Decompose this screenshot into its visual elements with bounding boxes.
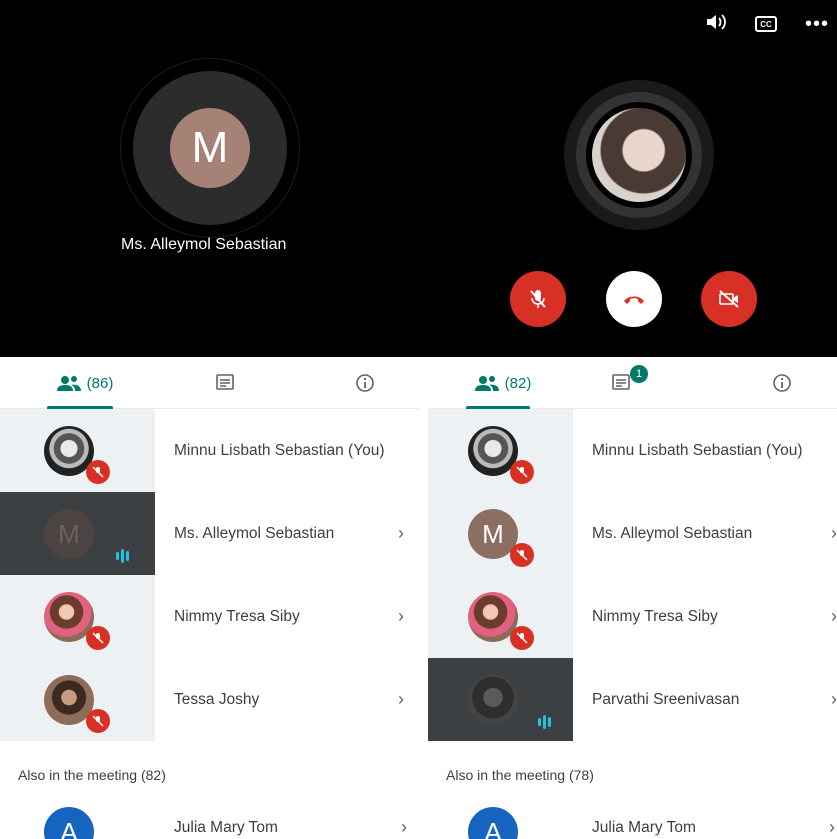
tab-info[interactable] <box>345 357 385 409</box>
chevron-right-icon[interactable]: › <box>821 689 837 710</box>
captions-icon[interactable]: CC <box>754 16 777 32</box>
participant-name: Julia Mary Tom <box>592 819 696 836</box>
mic-off-icon <box>86 460 110 484</box>
chevron-right-icon[interactable]: › <box>821 606 837 627</box>
participant-thumb <box>428 658 573 741</box>
camera-toggle-button[interactable] <box>701 271 757 327</box>
participant-thumb: M <box>428 492 573 575</box>
participant-row[interactable]: Minnu Lisbath Sebastian (You) <box>428 409 837 492</box>
video-stage: CC ••• M Ms. Alleymol Sebastian <box>0 0 837 357</box>
info-icon <box>356 374 374 392</box>
tab-info[interactable] <box>762 357 802 409</box>
participant-row[interactable]: Parvathi Sreenivasan › <box>428 658 837 741</box>
presenter-name: Ms. Alleymol Sebastian <box>121 236 287 253</box>
participant-thumb: M <box>0 492 155 575</box>
people-count: (82) <box>504 374 532 392</box>
also-in-meeting-label: Also in the meeting (78) <box>446 767 594 783</box>
participant-thumb <box>0 575 155 658</box>
presenter-avatar: M <box>170 108 250 188</box>
speaking-indicator-icon <box>538 713 556 731</box>
participant-row[interactable]: A Julia Mary Tom › <box>428 807 837 839</box>
mic-off-icon <box>86 709 110 733</box>
tab-people[interactable]: (82) <box>463 357 543 409</box>
participant-row[interactable]: A Julia Mary Tom › <box>0 807 419 839</box>
participant-name: Parvathi Sreenivasan <box>592 690 740 708</box>
participant-thumb <box>428 575 573 658</box>
participant-name: Ms. Alleymol Sebastian <box>174 524 335 542</box>
participant-name: Minnu Lisbath Sebastian (You) <box>174 441 385 459</box>
participant-row[interactable]: Nimmy Tresa Siby › <box>428 575 837 658</box>
mic-off-icon <box>86 626 110 650</box>
participant-row[interactable]: Nimmy Tresa Siby › <box>0 575 419 658</box>
mic-off-icon <box>510 626 534 650</box>
participant-thumb <box>0 409 155 492</box>
people-panel-left: (86) Minnu Lisbath Sebastian (You) M Ms.… <box>0 357 419 839</box>
participant-name: Ms. Alleymol Sebastian <box>592 524 753 542</box>
avatar: A <box>468 807 518 839</box>
self-avatar-photo <box>592 108 686 202</box>
participant-thumb <box>428 409 573 492</box>
self-view-tile[interactable] <box>564 80 714 230</box>
speaker-icon[interactable] <box>705 12 727 36</box>
tab-people[interactable]: (86) <box>45 357 125 409</box>
people-icon <box>56 376 81 391</box>
chevron-right-icon[interactable]: › <box>401 817 407 838</box>
people-icon <box>474 376 499 391</box>
panel-divider <box>419 357 428 839</box>
more-icon[interactable]: ••• <box>805 14 829 34</box>
chevron-right-icon[interactable]: › <box>383 689 419 710</box>
info-icon <box>773 374 791 392</box>
participant-name: Minnu Lisbath Sebastian (You) <box>592 441 803 459</box>
panel-tabs: (86) <box>0 357 419 409</box>
participant-row[interactable]: M Ms. Alleymol Sebastian › <box>0 492 419 575</box>
mic-off-icon <box>530 290 546 308</box>
chevron-right-icon[interactable]: › <box>383 606 419 627</box>
avatar <box>468 675 518 725</box>
presenter-tile[interactable]: M <box>120 58 300 238</box>
people-count: (86) <box>86 374 114 392</box>
participant-row[interactable]: Minnu Lisbath Sebastian (You) <box>0 409 419 492</box>
participant-name: Tessa Joshy <box>174 690 260 708</box>
participant-row[interactable]: M Ms. Alleymol Sebastian › <box>428 492 837 575</box>
mic-toggle-button[interactable] <box>510 271 566 327</box>
chat-icon <box>612 374 630 390</box>
mic-off-icon <box>510 460 534 484</box>
participant-name: Julia Mary Tom <box>174 819 278 836</box>
participant-name: Nimmy Tresa Siby <box>174 607 300 625</box>
end-call-button[interactable] <box>606 271 662 327</box>
participant-row[interactable]: Tessa Joshy › <box>0 658 419 741</box>
chevron-right-icon[interactable]: › <box>829 817 835 838</box>
chevron-right-icon[interactable]: › <box>383 523 419 544</box>
chevron-right-icon[interactable]: › <box>821 523 837 544</box>
chat-icon <box>216 374 234 390</box>
speaking-indicator-icon <box>116 547 134 565</box>
avatar: A <box>44 807 94 839</box>
hangup-icon <box>624 296 644 304</box>
camera-off-icon <box>719 290 739 308</box>
participant-name: Nimmy Tresa Siby <box>592 607 718 625</box>
chat-unread-badge: 1 <box>630 365 648 383</box>
panel-tabs: (82) 1 <box>428 357 837 409</box>
avatar: M <box>44 509 94 559</box>
participant-thumb <box>0 658 155 741</box>
people-panel-right: (82) 1 Minnu Lisbath Sebastian (You) M M… <box>428 357 837 839</box>
stage-toolbar: CC ••• <box>705 12 829 36</box>
also-in-meeting-label: Also in the meeting (82) <box>18 767 166 783</box>
mic-off-icon <box>510 543 534 567</box>
tab-chat[interactable] <box>205 357 245 409</box>
